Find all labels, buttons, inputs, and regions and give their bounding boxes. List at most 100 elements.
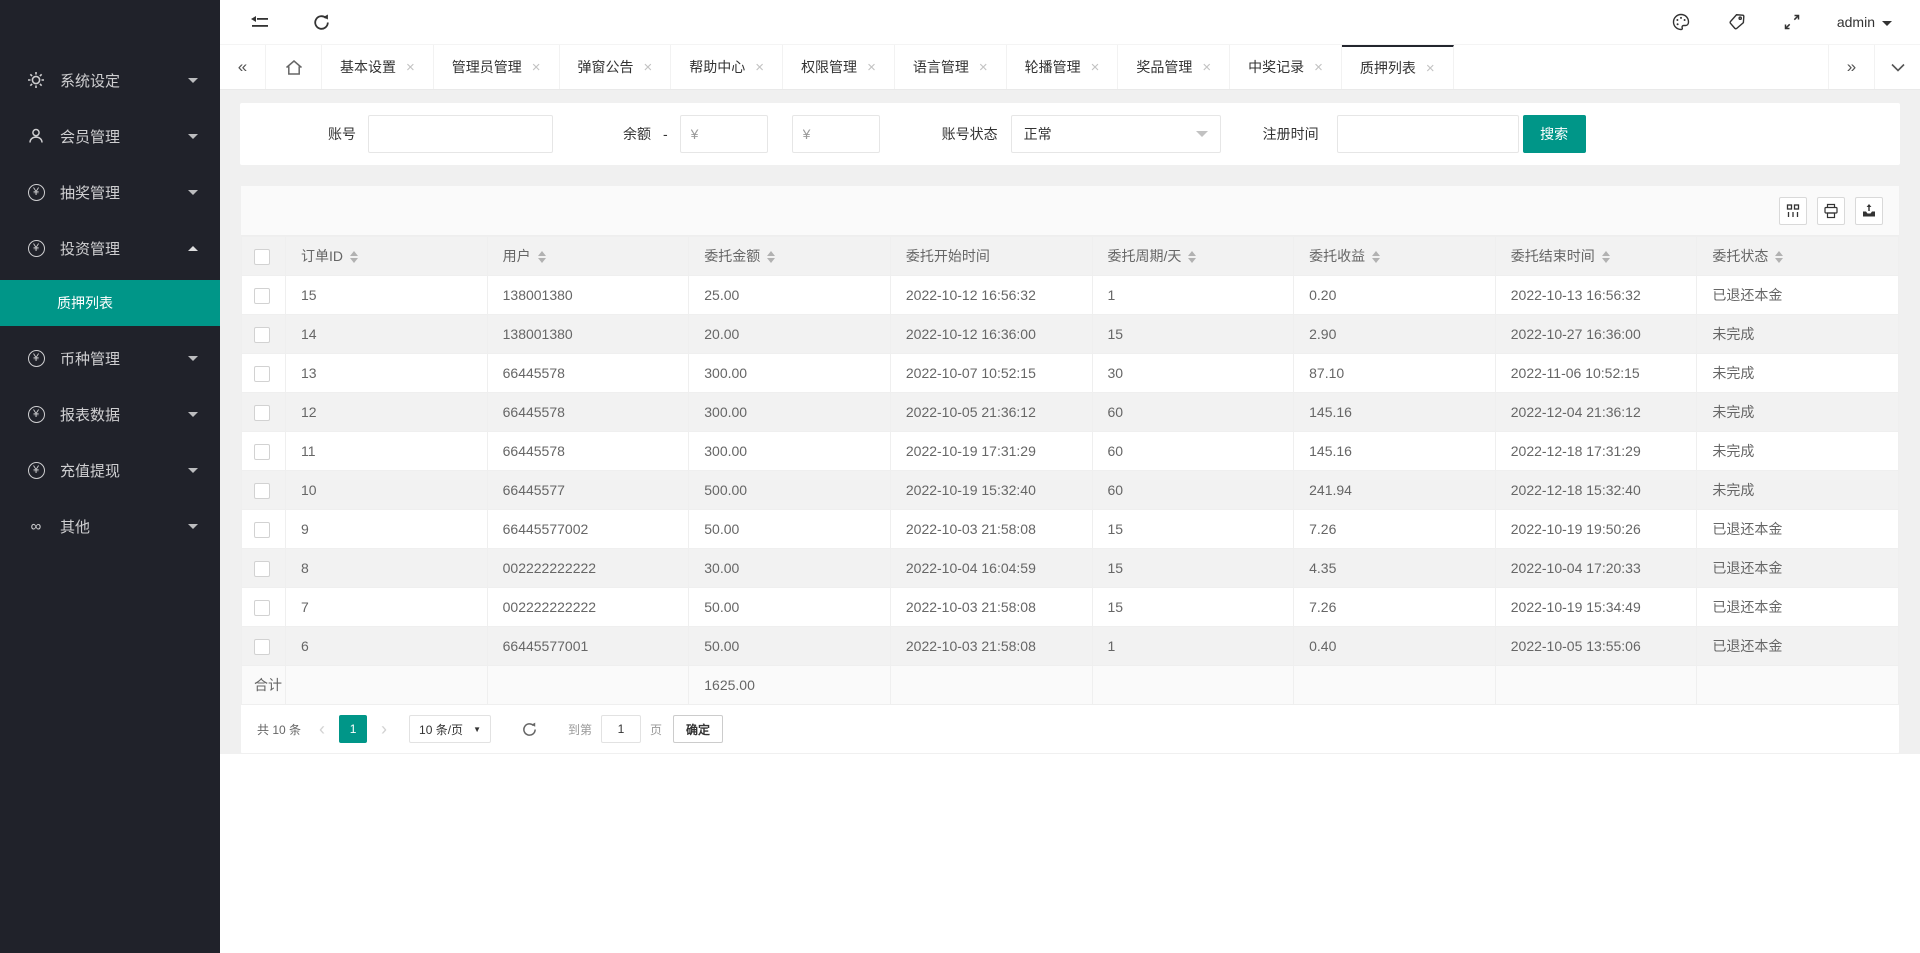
account-status-select[interactable]: 正常	[1010, 115, 1221, 153]
table-refresh-button[interactable]	[521, 721, 538, 738]
sort-asc-icon[interactable]	[1775, 251, 1784, 257]
tab-close-icon[interactable]: ×	[644, 60, 653, 75]
print-button[interactable]	[1817, 197, 1845, 225]
pledge-table: 订单ID 用户 委托金额 委托开始时间 委托周期/天 委托收益 委托结束时间 委托状态 15 1…	[241, 236, 1899, 705]
balance-min-input[interactable]	[679, 115, 768, 153]
tab-close-icon[interactable]: ×	[406, 60, 415, 75]
sidebar-item-report-data[interactable]: ¥ 报表数据	[0, 386, 220, 442]
page-size-select[interactable]: 10 条/页 ▼	[409, 715, 491, 743]
cell-order-id: 6	[285, 626, 488, 666]
tab-item-8[interactable]: 中奖记录 ×	[1230, 45, 1342, 89]
sidebar-item-currency-management[interactable]: ¥ 币种管理	[0, 330, 220, 386]
row-checkbox[interactable]	[254, 365, 270, 382]
sort-icons[interactable]	[537, 251, 546, 264]
tab-close-icon[interactable]: ×	[1314, 60, 1323, 75]
tab-item-0[interactable]: 基本设置 ×	[322, 45, 434, 89]
row-checkbox[interactable]	[254, 326, 270, 343]
sort-asc-icon[interactable]	[1601, 251, 1610, 257]
sort-icons[interactable]	[1372, 251, 1381, 264]
summary-cell	[486, 665, 690, 705]
export-button[interactable]	[1855, 197, 1883, 225]
sort-icons[interactable]	[767, 251, 776, 264]
summary-cell	[1696, 665, 1899, 705]
select-all-checkbox[interactable]	[254, 248, 270, 265]
sort-icons[interactable]	[1775, 251, 1784, 264]
admin-dropdown[interactable]: admin	[1837, 14, 1892, 30]
tab-item-4[interactable]: 权限管理 ×	[783, 45, 895, 89]
sort-desc-icon[interactable]	[1601, 258, 1610, 264]
column-header-label: 委托金额	[704, 248, 761, 264]
sidebar-item-lottery-management[interactable]: ¥ 抽奖管理	[0, 164, 220, 220]
tabs-scroll-right-button[interactable]: »	[1828, 45, 1874, 89]
cell-status: 未完成	[1696, 314, 1899, 354]
sidebar-item-member-management[interactable]: 会员管理	[0, 108, 220, 164]
sort-desc-icon[interactable]	[1372, 258, 1381, 264]
sort-desc-icon[interactable]	[1188, 258, 1197, 264]
pagination: 共 10 条 ‹ 1 › 10 条/页 ▼ 到第 页 确定	[241, 705, 1899, 753]
sidebar-item-recharge-withdrawal[interactable]: ¥ 充值提现	[0, 442, 220, 498]
sort-desc-icon[interactable]	[767, 258, 776, 264]
tabs-menu-button[interactable]	[1874, 45, 1920, 89]
search-button[interactable]: 搜索	[1522, 115, 1586, 153]
collapse-menu-icon[interactable]	[250, 14, 270, 31]
row-checkbox[interactable]	[254, 482, 270, 499]
tab-close-icon[interactable]: ×	[867, 60, 876, 75]
goto-page-input[interactable]	[601, 715, 641, 743]
register-time-input[interactable]	[1336, 115, 1519, 153]
tabs-scroll-left-button[interactable]: «	[220, 45, 266, 89]
tag-icon[interactable]	[1727, 12, 1747, 32]
tab-home[interactable]	[266, 45, 322, 89]
sort-icons[interactable]	[1188, 251, 1197, 264]
tab-item-7[interactable]: 奖品管理 ×	[1118, 45, 1231, 89]
row-checkbox[interactable]	[254, 560, 270, 577]
sort-icons[interactable]	[350, 251, 358, 264]
goto-confirm-button[interactable]: 确定	[673, 715, 724, 743]
tab-close-icon[interactable]: ×	[1426, 61, 1435, 76]
yen-icon: ¥	[26, 404, 46, 424]
row-checkbox[interactable]	[254, 404, 270, 421]
sort-asc-icon[interactable]	[1188, 251, 1197, 257]
table-row: 13 66445578 300.00 2022-10-07 10:52:15 30 87.…	[241, 353, 1899, 393]
tab-close-icon[interactable]: ×	[979, 60, 988, 75]
refresh-icon[interactable]	[312, 13, 331, 32]
current-page-button[interactable]: 1	[339, 715, 368, 743]
yen-icon: ¥	[26, 182, 46, 202]
cell-profit: 7.26	[1293, 587, 1496, 627]
tab-close-icon[interactable]: ×	[755, 60, 764, 75]
tab-close-icon[interactable]: ×	[1091, 60, 1100, 75]
palette-icon[interactable]	[1671, 12, 1691, 32]
sidebar-item-other[interactable]: ∞ 其他	[0, 498, 220, 554]
sort-asc-icon[interactable]	[350, 251, 358, 257]
sort-asc-icon[interactable]	[1372, 251, 1381, 257]
sort-asc-icon[interactable]	[767, 251, 776, 257]
tab-item-1[interactable]: 管理员管理 ×	[433, 45, 560, 89]
cell-status: 已退还本金	[1696, 548, 1899, 588]
row-checkbox[interactable]	[254, 521, 270, 538]
tab-item-2[interactable]: 弹窗公告 ×	[559, 45, 672, 89]
sort-desc-icon[interactable]	[1775, 258, 1784, 264]
sort-desc-icon[interactable]	[537, 258, 546, 264]
prev-page-button[interactable]: ‹	[309, 716, 335, 742]
tab-item-5[interactable]: 语言管理 ×	[894, 45, 1007, 89]
tab-item-6[interactable]: 轮播管理 ×	[1006, 45, 1119, 89]
account-input[interactable]	[368, 115, 553, 153]
sort-desc-icon[interactable]	[350, 258, 358, 264]
row-checkbox[interactable]	[254, 443, 270, 460]
row-checkbox[interactable]	[254, 638, 270, 655]
balance-max-input[interactable]	[791, 115, 880, 153]
sidebar-subitem-pledge-list[interactable]: 质押列表	[0, 280, 220, 326]
tab-close-icon[interactable]: ×	[1202, 60, 1211, 75]
row-checkbox[interactable]	[254, 287, 270, 304]
sort-asc-icon[interactable]	[537, 251, 546, 257]
next-page-button[interactable]: ›	[371, 716, 397, 742]
tab-item-3[interactable]: 帮助中心 ×	[671, 45, 784, 89]
table-row: 6 66445577001 50.00 2022-10-03 21:58:08 1 0.4…	[241, 626, 1899, 666]
sidebar-item-investment-management[interactable]: ¥ 投资管理	[0, 220, 220, 276]
fullscreen-icon[interactable]	[1783, 13, 1801, 31]
tab-close-icon[interactable]: ×	[532, 60, 541, 75]
sidebar-item-system-settings[interactable]: 系统设定	[0, 52, 220, 108]
sort-icons[interactable]	[1601, 251, 1610, 264]
columns-filter-button[interactable]	[1779, 197, 1807, 225]
row-checkbox[interactable]	[254, 599, 270, 616]
tab-item-9[interactable]: 质押列表 ×	[1341, 45, 1454, 89]
